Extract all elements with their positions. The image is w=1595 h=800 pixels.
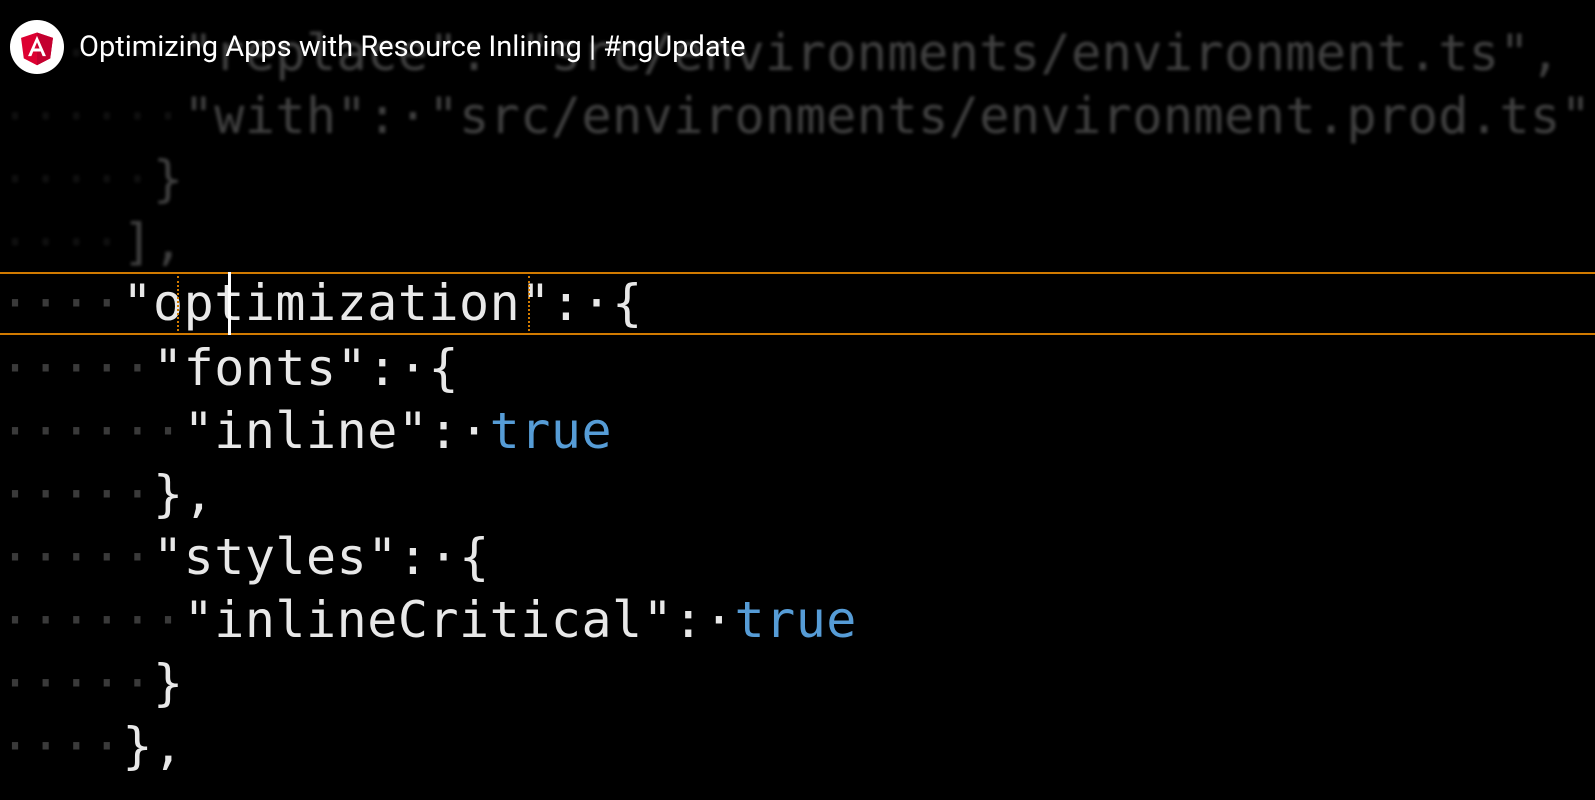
code-line: ·····"fonts":·{ bbox=[0, 337, 1595, 400]
code-editor[interactable]: ······"replace": "src/environments/envir… bbox=[0, 0, 1595, 800]
code-line: ·····}, bbox=[0, 463, 1595, 526]
code-line-active: ····"optimization":·{ bbox=[0, 272, 1595, 335]
text-cursor bbox=[228, 272, 231, 335]
code-line: ····}, bbox=[0, 715, 1595, 778]
code-line: ······"inline":·true bbox=[0, 400, 1595, 463]
video-overlay-title: Optimizing Apps with Resource Inlining |… bbox=[10, 20, 745, 74]
code-line: ······"inlineCritical":·true bbox=[0, 589, 1595, 652]
code-line: ······"with":·"src/environments/environm… bbox=[0, 85, 1595, 148]
code-line: ····], bbox=[0, 211, 1595, 274]
code-line: ·····} bbox=[0, 652, 1595, 715]
selection-mark-left bbox=[177, 276, 179, 331]
angular-logo-icon bbox=[10, 20, 64, 74]
video-title-text: Optimizing Apps with Resource Inlining |… bbox=[79, 30, 745, 64]
code-line: ·····} bbox=[0, 148, 1595, 211]
code-line: ·····"styles":·{ bbox=[0, 526, 1595, 589]
selection-mark-right bbox=[528, 276, 530, 331]
